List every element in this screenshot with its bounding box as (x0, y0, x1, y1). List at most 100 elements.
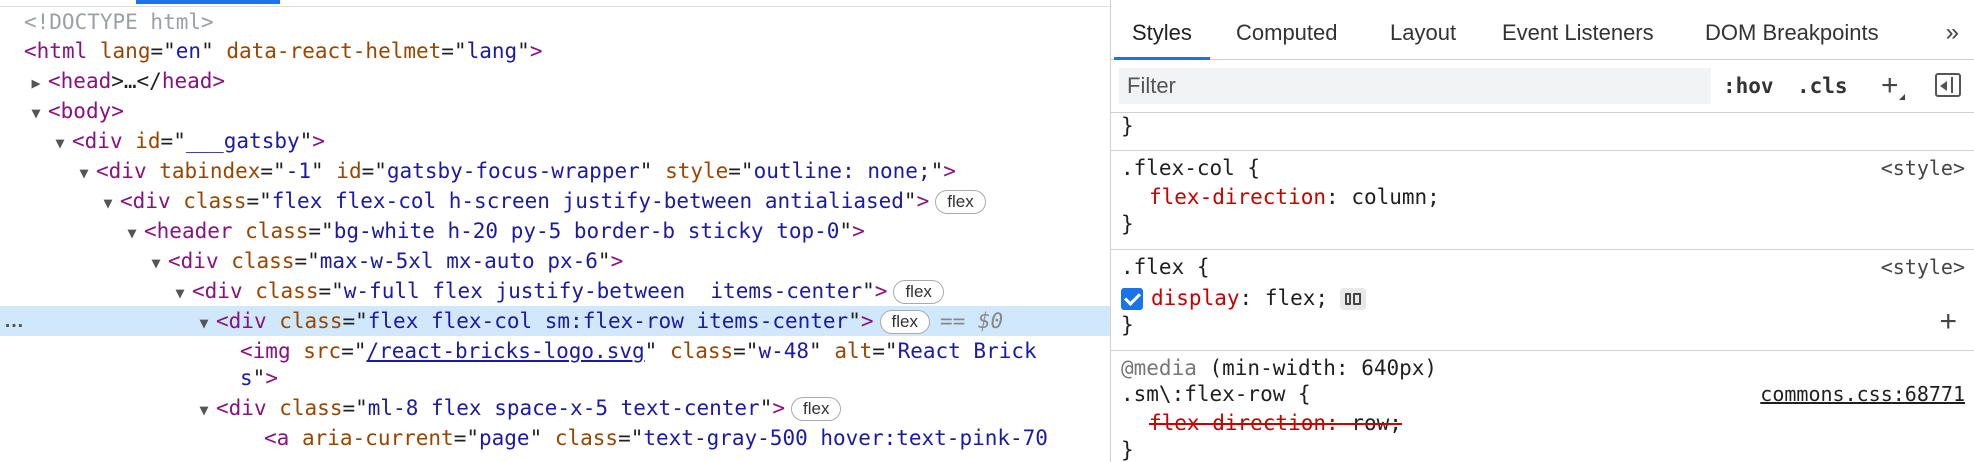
tag-close: > (212, 69, 226, 93)
dom-node-gatsby[interactable]: ▼ <div id="___gatsby"> (48, 126, 1110, 156)
dom-node-html[interactable]: <html lang="en" data-react-helmet="lang"… (0, 36, 1110, 66)
collapse-triangle-icon[interactable]: ▼ (96, 188, 120, 218)
attr-value: w-48 (758, 339, 810, 363)
declaration-flex-direction[interactable]: flex-direction: column; (1149, 184, 1440, 210)
collapse-triangle-icon[interactable]: ▼ (72, 158, 96, 188)
attr-name: src (303, 339, 342, 363)
tag-close: > (916, 189, 930, 213)
dom-node-row[interactable]: ▼ <div class="w-full flex justify-between… (168, 276, 1110, 306)
selected-panel-indicator (136, 0, 280, 4)
declaration-overridden[interactable]: flex-direction: row; (1149, 410, 1402, 436)
rule-selector-flex-col[interactable]: .flex-col { (1121, 155, 1260, 181)
attr-value: -1 (285, 159, 311, 183)
dom-node-img[interactable]: <img src="/react-bricks-logo.svg" class=… (216, 336, 1110, 366)
flex-badge[interactable]: flex (879, 310, 930, 334)
new-style-rule-button[interactable]: + (1881, 60, 1905, 112)
tag-name: head (60, 69, 112, 93)
attr-name: alt (834, 339, 873, 363)
add-declaration-plus-icon[interactable]: + (1939, 305, 1957, 339)
styles-toolbar: :hov .cls + (1111, 60, 1974, 113)
tag-name: a (276, 426, 290, 450)
dom-node-head[interactable]: ▶ <head>…</head> (24, 66, 1110, 96)
expand-triangle-icon[interactable]: ▶ (24, 68, 48, 98)
enabled-checkbox[interactable] (1121, 288, 1143, 310)
dom-node-doctype[interactable]: <!DOCTYPE html> (0, 7, 1110, 37)
attr-name: id (336, 159, 362, 183)
attr-value: s (240, 366, 253, 390)
collapse-triangle-icon[interactable]: ▼ (168, 278, 192, 308)
tab-styles[interactable]: Styles (1114, 7, 1210, 60)
rule-source-link[interactable]: commons.css:68771 (1760, 381, 1965, 407)
tag-close: > (860, 309, 874, 333)
dom-node-selected[interactable]: … ▼ <div class="flex flex-col sm:flex-row … (0, 306, 1110, 336)
attr-value: bg-white h-20 py-5 border-b sticky top-0 (333, 219, 840, 243)
rule-close: } (1121, 438, 1134, 462)
property-name: flex-direction (1149, 185, 1327, 209)
rule-close: } (1121, 212, 1134, 236)
collapse-triangle-icon[interactable]: ▼ (24, 98, 48, 128)
more-options-icon[interactable]: … (4, 306, 25, 336)
attr-value: outline: none; (753, 159, 931, 183)
attr-name: lang (99, 39, 151, 63)
flex-badge[interactable]: flex (791, 397, 842, 421)
styles-sidebar: Styles Computed Layout Event Listeners D… (1110, 0, 1974, 462)
tag-close: > (610, 249, 624, 273)
collapse-triangle-icon[interactable]: ▼ (48, 128, 72, 158)
menu-corner-icon (1898, 94, 1905, 100)
flex-badge[interactable]: flex (935, 190, 986, 214)
tab-computed[interactable]: Computed (1236, 7, 1338, 59)
dom-node-header[interactable]: ▼ <header class="bg-white h-20 py-5 borde… (120, 216, 1110, 246)
tag-open: < (72, 129, 85, 153)
tag-name: img (252, 339, 291, 363)
tab-dom-breakpoints[interactable]: DOM Breakpoints (1705, 7, 1879, 59)
cls-button[interactable]: .cls (1797, 60, 1848, 112)
collapse-triangle-icon[interactable]: ▼ (192, 308, 216, 338)
tab-layout[interactable]: Layout (1390, 7, 1456, 59)
selected-node-marker: == $0 (939, 309, 1004, 333)
tag-name: div (228, 309, 267, 333)
attr-name: class (183, 189, 247, 213)
filter-input[interactable] (1119, 68, 1711, 104)
tag-close: > (111, 99, 124, 123)
tag-name: header (156, 219, 233, 243)
flex-badge[interactable]: flex (893, 280, 944, 304)
toggle-sidebar-icon[interactable] (1935, 73, 1961, 97)
attr-value: w-full flex justify-between items-center (343, 279, 863, 303)
attr-value: React Brick (897, 339, 1037, 363)
rule-selector-flex[interactable]: .flex { (1121, 254, 1210, 280)
tag-open: < (216, 396, 229, 420)
tag-open: < (120, 189, 133, 213)
attr-name: class (255, 279, 319, 303)
tag-name: head (161, 69, 213, 93)
attr-value: en (175, 39, 202, 63)
tag-close: > (943, 159, 956, 183)
collapse-triangle-icon[interactable]: ▼ (144, 248, 168, 278)
more-tabs-chevron-icon[interactable]: » (1946, 7, 1959, 59)
dom-node-focus-wrapper[interactable]: ▼ <div tabindex="-1" id="gatsby-focus-wra… (72, 156, 1110, 186)
dom-node-anchor[interactable]: <a aria-current="page" class="text-gray-… (240, 423, 1110, 453)
tag-close: > (852, 219, 865, 243)
tag-name: div (180, 249, 219, 273)
dom-node-nav[interactable]: ▼ <div class="ml-8 flex space-x-5 text-ce… (192, 393, 1110, 423)
dom-node-body[interactable]: ▼ <body> (24, 96, 1110, 126)
hov-button[interactable]: :hov (1723, 60, 1774, 112)
flexbox-editor-icon[interactable] (1340, 288, 1367, 310)
src-link[interactable]: /react-bricks-logo.svg (366, 339, 644, 363)
tag-name: div (108, 159, 147, 183)
attr-name: style (665, 159, 729, 183)
media-query: @media (min-width: 640px) (1121, 355, 1437, 381)
rule-divider (1111, 350, 1974, 351)
declaration-display[interactable]: display: flex; (1121, 285, 1367, 311)
property-value: column; (1338, 185, 1440, 209)
collapsed-ellipsis: >…</ (111, 69, 162, 93)
rule-selector-sm-flex-row[interactable]: .sm\:flex-row { (1121, 381, 1311, 407)
collapse-triangle-icon[interactable]: ▼ (192, 395, 216, 425)
tag-open: < (144, 219, 157, 243)
tab-event-listeners[interactable]: Event Listeners (1502, 7, 1654, 59)
tag-name: html (36, 39, 88, 63)
dom-node-img-wrap[interactable]: s"> (216, 363, 1110, 393)
property-name: display (1151, 286, 1240, 310)
dom-node-container[interactable]: ▼ <div class="max-w-5xl mx-auto px-6"> (144, 246, 1110, 276)
dom-node-screen-div[interactable]: ▼ <div class="flex flex-col h-screen just… (96, 186, 1110, 216)
collapse-triangle-icon[interactable]: ▼ (120, 218, 144, 248)
